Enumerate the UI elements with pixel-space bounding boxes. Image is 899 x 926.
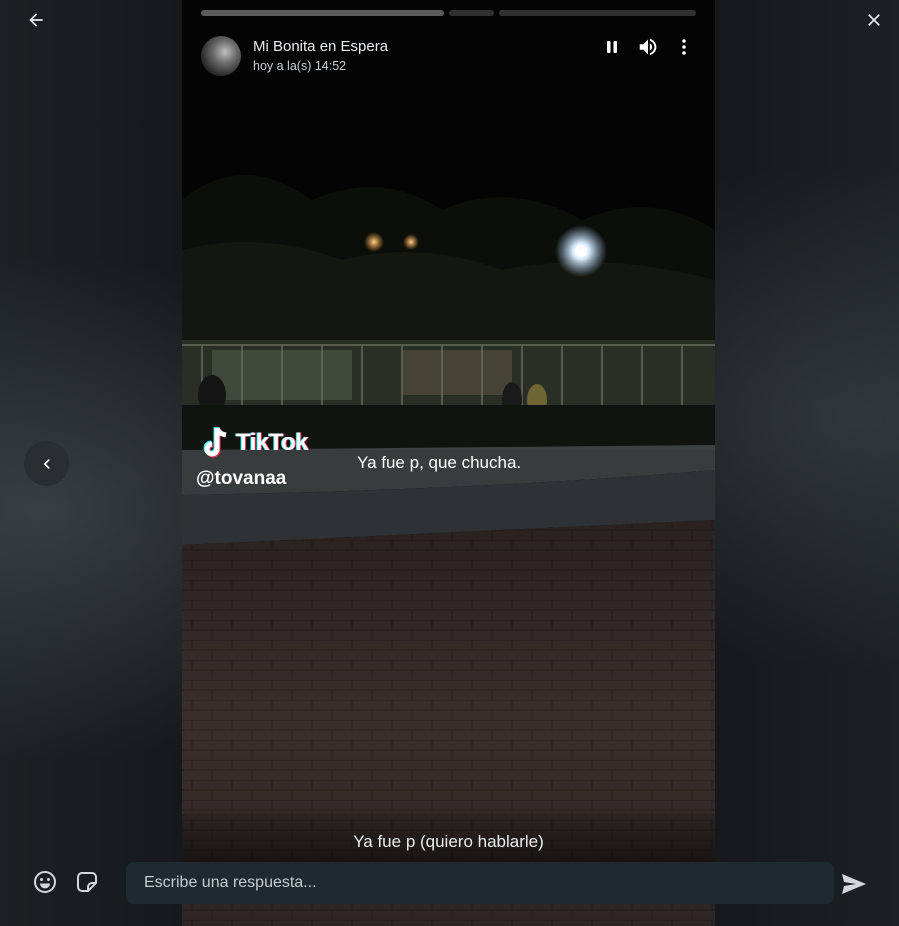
chevron-left-icon bbox=[43, 458, 50, 469]
arrow-left-icon bbox=[29, 13, 43, 27]
status-timestamp: hoy a la(s) 14:52 bbox=[253, 59, 347, 73]
close-button[interactable] bbox=[860, 6, 888, 34]
pause-button[interactable] bbox=[600, 35, 624, 59]
volume-icon bbox=[639, 38, 657, 56]
video-overlay-text: Ya fue p, que chucha. bbox=[357, 453, 522, 472]
send-icon bbox=[842, 874, 866, 894]
status-header: Mi Bonita en Espera hoy a la(s) 14:52 bbox=[201, 34, 696, 78]
close-icon bbox=[868, 14, 880, 26]
tiktok-note-icon bbox=[203, 427, 227, 458]
status-meta: Mi Bonita en Espera hoy a la(s) 14:52 bbox=[253, 37, 388, 75]
avatar[interactable] bbox=[201, 36, 241, 76]
tiktok-username: @tovanaa bbox=[196, 468, 287, 489]
status-caption: Ya fue p (quiero hablarle) bbox=[353, 832, 544, 851]
send-button[interactable] bbox=[840, 871, 868, 897]
status-progress bbox=[201, 10, 696, 16]
progress-segment bbox=[448, 10, 495, 16]
sticker-button[interactable] bbox=[74, 869, 100, 895]
reply-input[interactable] bbox=[126, 862, 834, 904]
emoji-button[interactable] bbox=[32, 869, 58, 895]
contact-name[interactable]: Mi Bonita en Espera bbox=[253, 37, 388, 57]
previous-status-button[interactable] bbox=[24, 441, 69, 486]
playback-controls bbox=[600, 34, 696, 60]
sticker-icon bbox=[77, 872, 97, 892]
status-viewer[interactable]: Mi Bonita en Espera hoy a la(s) 14:52 Ti… bbox=[182, 0, 715, 926]
more-vertical-icon bbox=[682, 39, 686, 55]
pause-icon bbox=[607, 41, 617, 53]
tiktok-watermark: TikTok bbox=[200, 425, 309, 461]
more-options-button[interactable] bbox=[672, 35, 696, 59]
progress-segment bbox=[499, 10, 696, 16]
back-button[interactable] bbox=[22, 6, 50, 34]
emoji-icon bbox=[34, 871, 56, 893]
volume-button[interactable] bbox=[636, 35, 660, 59]
tiktok-logo-text: TikTok bbox=[236, 429, 309, 456]
progress-segment bbox=[201, 10, 444, 16]
